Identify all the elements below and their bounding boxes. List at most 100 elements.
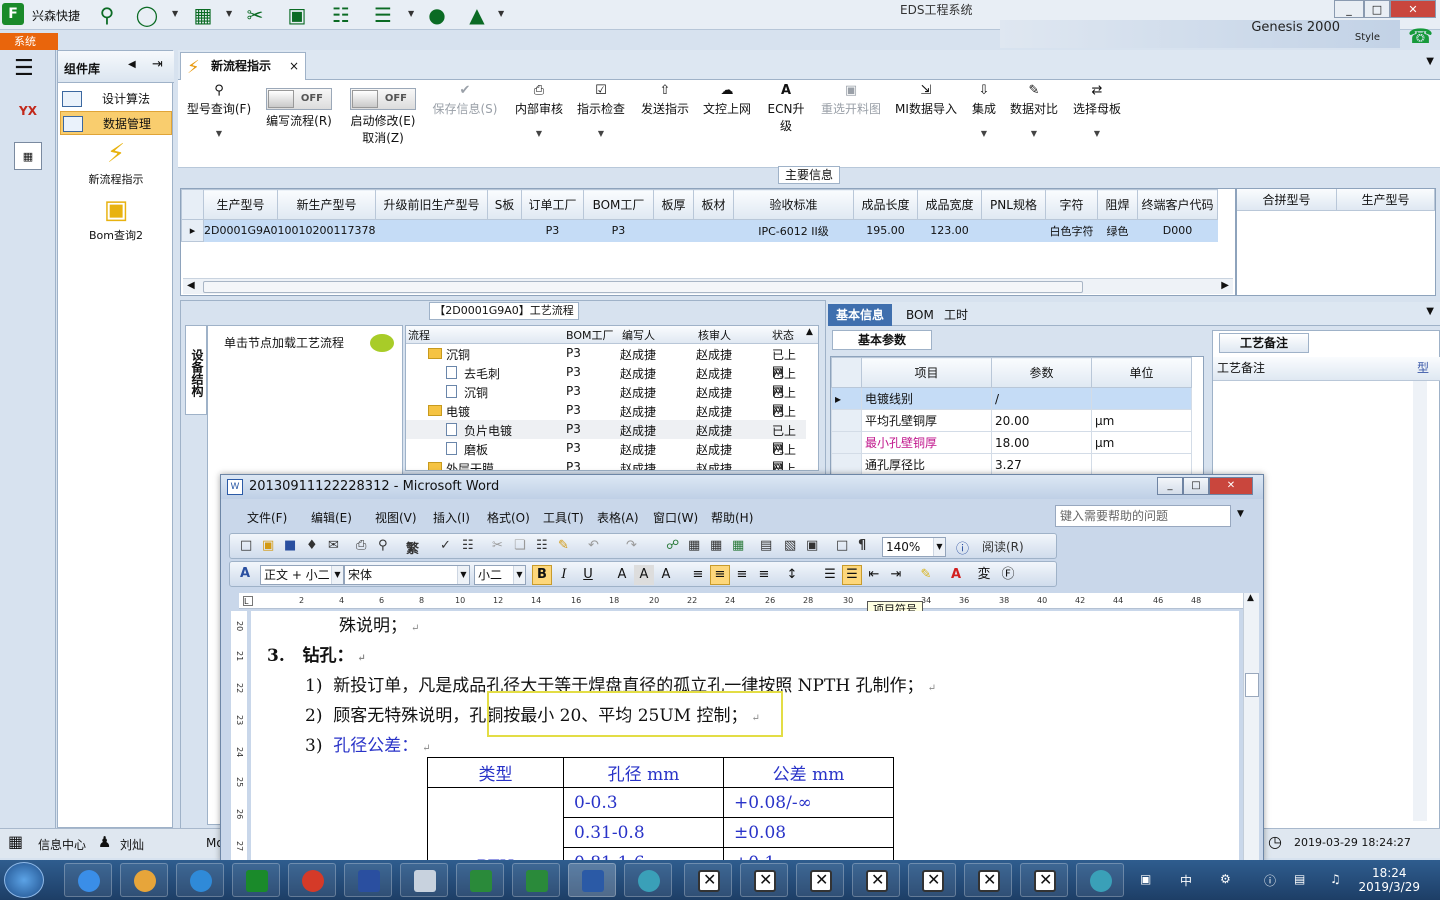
hyperlink-icon[interactable]: ☍ <box>666 538 679 553</box>
chevron-down-icon[interactable]: ▼ <box>574 129 628 138</box>
save-info-button[interactable]: ✔ 保存信息(S) <box>430 82 500 117</box>
scissors-icon[interactable]: ✂ <box>242 3 268 27</box>
table-row[interactable]: ▸ 2D0001G9A0 10010200117378 P3 P3 IPC-60… <box>181 219 1218 242</box>
char-border-icon[interactable]: A <box>612 565 632 585</box>
table-cell[interactable]: 0-0.3 <box>563 787 724 818</box>
table-cell[interactable] <box>693 219 734 242</box>
save-icon[interactable]: ■ <box>284 538 296 553</box>
search-icon[interactable]: ⚲ <box>94 3 120 27</box>
chevron-down-icon[interactable]: ▼ <box>498 9 504 18</box>
font-size-select[interactable]: 小二 ▼ <box>474 565 526 585</box>
new-doc-icon[interactable]: □ <box>240 538 252 553</box>
doc-control-online-button[interactable]: ☁ 文控上网 <box>700 82 754 117</box>
vertical-scrollbar[interactable] <box>1413 381 1427 821</box>
align-right-icon[interactable]: ≡ <box>732 565 752 585</box>
select-mother-board-button[interactable]: ⇄ 选择母板 ▼ <box>1070 82 1124 138</box>
column-header[interactable]: 合拼型号 <box>1237 189 1337 211</box>
grid-icon[interactable]: ▦ <box>190 3 216 27</box>
chevron-down-icon[interactable]: ▼ <box>968 129 1000 138</box>
table-cell[interactable]: 2D0001G9A0 <box>203 219 278 242</box>
column-header[interactable]: 项目 <box>861 357 992 388</box>
tables-borders-icon[interactable]: ▦ <box>688 538 700 553</box>
close-button[interactable]: ✕ <box>1390 0 1436 18</box>
table-cell[interactable]: 123.00 <box>917 219 982 242</box>
integrate-button[interactable]: ⇩ 集成 ▼ <box>968 82 1000 138</box>
table-cell[interactable] <box>487 219 522 242</box>
menu-file[interactable]: 文件(F) <box>247 509 287 526</box>
chevron-down-icon[interactable]: ▼ <box>408 9 414 18</box>
table-cell[interactable] <box>653 219 694 242</box>
column-header[interactable]: 升级前旧生产型号 <box>375 189 488 220</box>
redo-icon[interactable]: ↷ <box>626 538 637 553</box>
tree-row[interactable]: 沉铜 P3 赵成捷 赵成捷 已上网 <box>406 344 806 379</box>
taskbar-app-x-4[interactable] <box>852 863 900 897</box>
doc-heading[interactable]: 3. 钻孔： ↵ <box>267 641 366 666</box>
tree-row[interactable]: 沉铜 P3 赵成捷 赵成捷 已上网 <box>406 382 806 417</box>
column-header[interactable]: 字符 <box>1045 189 1098 220</box>
tab-stop-selector[interactable]: L <box>243 596 253 606</box>
film-icon[interactable]: ▣ <box>284 3 310 27</box>
taskbar-app-x-1[interactable] <box>684 863 732 897</box>
component-item-data-management[interactable]: 数据管理 <box>60 111 172 135</box>
taskbar-app-x-3[interactable] <box>796 863 844 897</box>
column-header[interactable]: 流程 <box>408 327 430 343</box>
taskbar-app-eds[interactable] <box>232 863 280 897</box>
send-instruction-button[interactable]: ⇧ 发送指示 <box>638 82 692 117</box>
italic-button[interactable]: I <box>554 565 574 585</box>
scroll-right-icon[interactable]: ▶ <box>1221 280 1229 291</box>
menu-window[interactable]: 窗口(W) <box>653 509 698 526</box>
align-center-button[interactable]: ≡ <box>710 565 730 585</box>
start-modify-switch[interactable]: OFF <box>350 88 416 110</box>
column-header[interactable]: 阻焊 <box>1097 189 1138 220</box>
column-header[interactable]: PNL规格 <box>981 189 1046 220</box>
menu-edit[interactable]: 编辑(E) <box>311 509 352 526</box>
column-header[interactable]: 单位 <box>1091 357 1192 388</box>
char-shading-icon[interactable]: A <box>634 565 654 585</box>
chevron-down-icon[interactable]: ▼ <box>1426 306 1434 317</box>
table-cell[interactable]: +0.08/-∞ <box>723 787 894 818</box>
taskbar-app-x-2[interactable] <box>740 863 788 897</box>
tree-row[interactable]: 负片电镀 P3 赵成捷 赵成捷 已上网 <box>406 420 806 455</box>
column-header[interactable]: 订单工厂 <box>521 189 584 220</box>
spelling-icon[interactable]: ✓ <box>440 538 451 553</box>
styles-icon[interactable]: A <box>240 566 250 581</box>
windows-grid-icon[interactable]: ▦ <box>8 832 23 851</box>
taskbar-app-x-6[interactable] <box>964 863 1012 897</box>
horizontal-ruler[interactable]: L 2468 10 12 14 16 18 20 22 24 26 28 30 34 36 38 40… <box>239 593 1243 609</box>
column-header[interactable]: BOM工厂 <box>566 327 614 343</box>
table-cell[interactable]: ±0.08 <box>723 817 894 848</box>
table-row[interactable]: ▸ 电镀线别 / <box>831 387 1192 410</box>
align-left-icon[interactable]: ≡ <box>688 565 708 585</box>
maximize-button[interactable]: □ <box>1364 0 1390 18</box>
column-header[interactable]: 成品长度 <box>853 189 918 220</box>
undo-icon[interactable]: ↶ <box>588 538 599 553</box>
hamburger-menu-icon[interactable]: ☰ <box>14 56 34 81</box>
scroll-left-icon[interactable]: ◀ <box>187 280 195 291</box>
tree-row[interactable]: 去毛刺 P3 赵成捷 赵成捷 已上网 <box>406 363 806 398</box>
doc-map-icon[interactable]: ▣ <box>806 538 818 553</box>
taskbar-app-shell[interactable] <box>120 863 168 897</box>
param-item-cell[interactable]: 电镀线别 <box>861 387 992 410</box>
column-header[interactable]: 新生产型号 <box>277 189 376 220</box>
traditional-chinese-button[interactable]: 繁 <box>406 538 419 557</box>
column-header[interactable]: 板材 <box>693 189 734 220</box>
decrease-indent-icon[interactable]: ⇤ <box>864 565 884 585</box>
table-cell[interactable]: P3 <box>521 219 584 242</box>
table-cell[interactable]: 195.00 <box>853 219 918 242</box>
column-header[interactable]: 参数 <box>991 357 1092 388</box>
style-menu[interactable]: Style <box>1355 32 1380 43</box>
start-modify-toggle[interactable]: OFF 启动修改(E) 取消(Z) <box>344 82 422 146</box>
column-header[interactable]: 验收标准 <box>733 189 854 220</box>
horizontal-scrollbar[interactable]: ◀ ▶ <box>183 278 1233 294</box>
print-icon[interactable]: ⎙ <box>356 538 366 553</box>
column-header[interactable]: 编写人 <box>622 327 655 343</box>
copy-icon[interactable]: ❏ <box>514 538 526 553</box>
chevron-down-icon[interactable]: ▼ <box>172 9 178 18</box>
model-query-button[interactable]: ⚲ 型号查询(F) ▼ <box>184 82 254 138</box>
read-button[interactable]: 阅读(R) <box>982 538 1024 555</box>
internal-review-button[interactable]: ⎙ 内部审核 ▼ <box>512 82 566 138</box>
cut-icon[interactable]: ✂ <box>492 538 503 553</box>
check-instruction-button[interactable]: ☑ 指示检查 ▼ <box>574 82 628 138</box>
reading-icon[interactable]: □ <box>836 538 848 553</box>
reselect-cut-button[interactable]: ▣ 重选开料图 <box>818 82 884 117</box>
